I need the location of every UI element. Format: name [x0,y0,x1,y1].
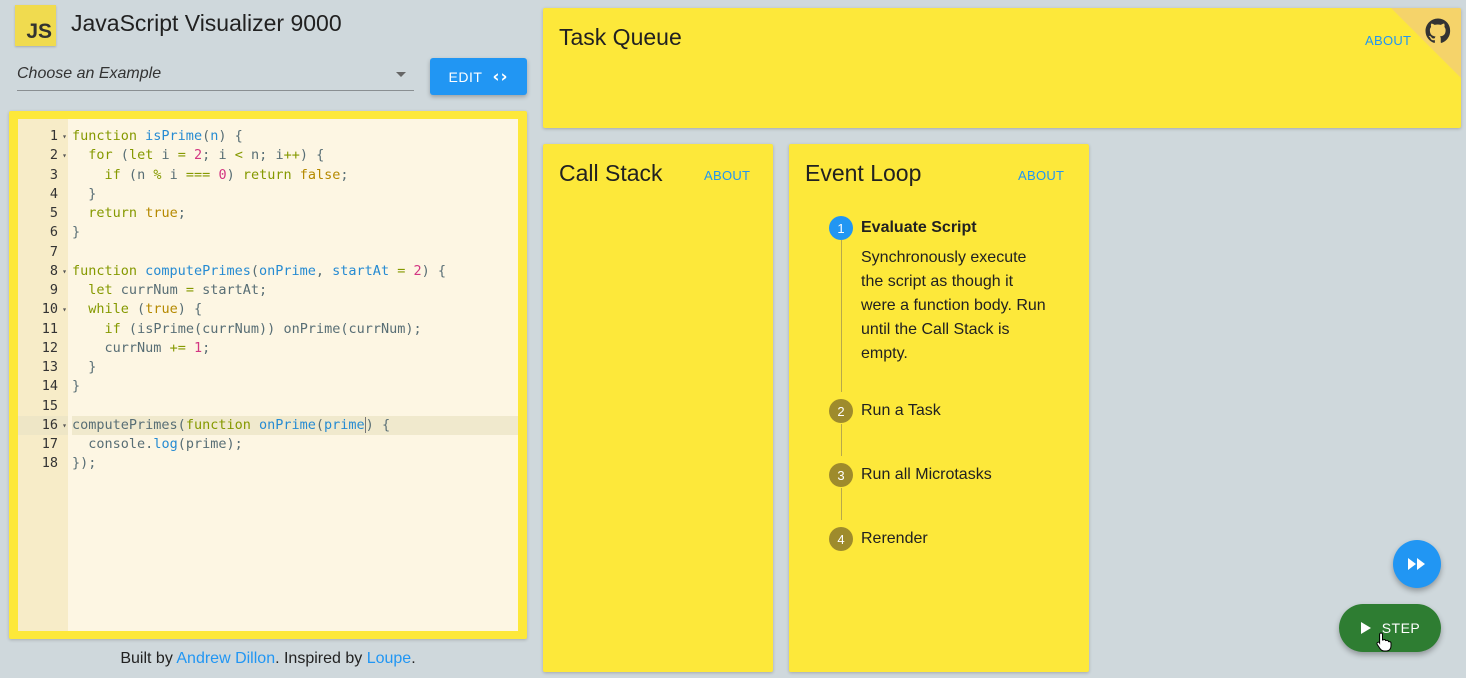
line-number: 10 ▾ [18,300,68,319]
code-icon: ‹› [492,66,509,87]
line-number: 13 [41,359,58,375]
task-queue-panel: Task Queue ABOUT [543,8,1461,128]
event-loop-about-link[interactable]: ABOUT [1018,168,1064,183]
play-icon [1360,622,1371,634]
call-stack-panel: Call Stack ABOUT [543,144,773,672]
code-line: function computePrimes(onPrime, startAt … [72,262,447,279]
code-line: } [72,224,81,241]
code-line: if (isPrime(currNum)) onPrime(currNum); [104,320,422,337]
code-area[interactable]: function isPrime(n) { for (let i = 2; i … [68,119,518,631]
line-number: 1 ▾ [18,127,68,146]
step-number-badge: 1 [829,216,853,240]
edit-button[interactable]: EDIT ‹› [430,58,527,95]
step-connector [841,488,842,520]
step-number-badge: 3 [829,463,853,487]
fast-forward-icon [1408,558,1425,570]
line-number: 3 [49,166,58,183]
line-number: 14 [41,378,58,395]
step-label: Run a Task [861,402,941,419]
line-number: 12 [41,339,58,356]
step-label: Run all Microtasks [861,466,992,483]
code-line: currNum += 1; [104,339,211,356]
code-editor[interactable]: 1 ▾ 2 ▾ 3 4 5 6 7 8 ▾ 9 10 ▾ 11 12 13 14 15 … [18,119,518,631]
author-link[interactable]: Andrew Dillon [176,650,275,667]
inspiration-link[interactable]: Loupe [367,650,412,667]
code-line: } [88,359,97,375]
footer-credits: Built by Andrew Dillon. Inspired by Loup… [120,650,416,667]
js-logo: JS [15,5,56,46]
fold-arrow-icon[interactable]: ▾ [62,146,67,165]
edit-button-label: EDIT [448,68,483,85]
event-loop-step-2: 2 Run a Task [829,399,941,423]
line-number: 2 ▾ [18,146,68,165]
line-number: 8 ▾ [18,262,68,281]
code-line: } [88,185,97,202]
github-octocat-icon[interactable] [1423,16,1453,46]
task-queue-title: Task Queue [559,24,682,50]
step-connector [841,424,842,456]
code-line: return true; [88,205,186,221]
line-number: 11 [41,320,58,337]
event-loop-panel: Event Loop ABOUT 1 Evaluate Script Synch… [789,144,1089,672]
line-number-active: 16 ▾ [18,415,68,435]
code-line: let currNum = startAt; [88,282,268,298]
code-line: console.log(prime); [88,436,243,452]
code-line: } [72,378,81,395]
fold-arrow-icon[interactable]: ▾ [62,262,67,281]
line-number: 4 [49,185,58,202]
event-loop-title: Event Loop [805,160,922,186]
code-line: if (n % i === 0) return false; [104,166,349,183]
step-number-badge: 4 [829,527,853,551]
code-line: for (let i = 2; i < n; i++) { [88,147,325,164]
code-line: while (true) { [88,301,203,318]
hand-cursor-icon [1376,632,1392,652]
event-loop-step-1: 1 Evaluate Script [829,216,977,240]
line-number: 7 [49,243,58,260]
line-number: 15 [41,397,58,414]
step-description: Synchronously execute the script as thou… [861,249,1046,362]
event-loop-step-4: 4 Rerender [829,527,928,551]
fast-forward-button[interactable] [1393,540,1441,588]
code-editor-frame: 1 ▾ 2 ▾ 3 4 5 6 7 8 ▾ 9 10 ▾ 11 12 13 14 15 … [9,111,527,639]
line-number: 5 [49,205,58,221]
line-gutter: 1 ▾ 2 ▾ 3 4 5 6 7 8 ▾ 9 10 ▾ 11 12 13 14 15 … [18,119,68,631]
line-number: 18 [41,455,58,472]
step-label: Rerender [861,530,928,547]
call-stack-about-link[interactable]: ABOUT [704,168,750,183]
code-line: function isPrime(n) { [72,128,243,144]
line-number: 17 [41,436,58,452]
line-number: 6 [49,224,58,241]
app-title: JavaScript Visualizer 9000 [71,10,342,36]
fold-arrow-icon[interactable]: ▾ [62,300,67,319]
fold-arrow-icon[interactable]: ▾ [62,416,67,435]
step-label: Evaluate Script [861,219,977,236]
fold-arrow-icon[interactable]: ▾ [62,127,67,146]
dropdown-caret-icon [396,72,406,77]
line-number: 9 [49,282,58,298]
code-line-active: computePrimes(function onPrime(prime) { [72,415,518,435]
step-connector [841,240,842,392]
call-stack-title: Call Stack [559,160,663,186]
code-line: }); [72,455,97,472]
example-select[interactable]: Choose an Example [17,57,414,91]
logo-text: JS [26,20,52,43]
event-loop-step-3: 3 Run all Microtasks [829,463,992,487]
step-number-badge: 2 [829,399,853,423]
example-select-placeholder: Choose an Example [17,65,162,82]
